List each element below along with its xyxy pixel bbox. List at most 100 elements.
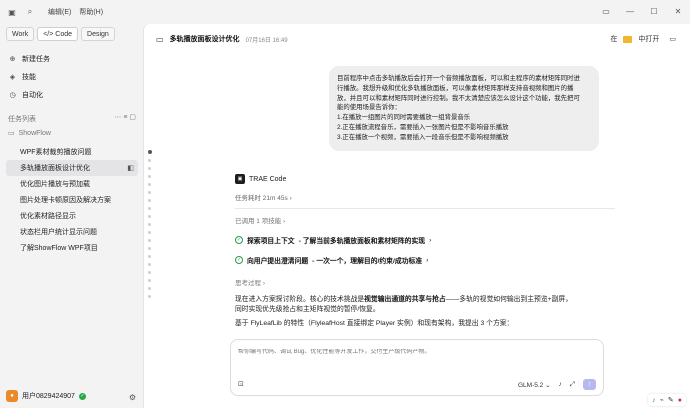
model-selector[interactable]: GLM-5.2 ⌄	[518, 381, 551, 389]
text-bold: 视觉输出通道的共享与抢占	[364, 296, 446, 303]
open-in-label: 中打开	[638, 36, 660, 43]
nav-label: 新建任务	[22, 56, 50, 63]
search-icon[interactable]: ⌕	[24, 6, 36, 18]
scroll-dot-active[interactable]	[148, 150, 152, 154]
tab-code[interactable]: </> Code	[37, 27, 79, 41]
step-desc: - 一次一个，理解目的/约束/成功标准	[312, 258, 423, 265]
tray-app-icon[interactable]: ♪	[652, 397, 656, 404]
maximize-icon[interactable]: ☐	[648, 5, 660, 17]
microphone-icon[interactable]: ♪	[559, 381, 562, 388]
scroll-dot[interactable]	[148, 279, 151, 282]
check-circle-icon: ✓	[235, 236, 243, 244]
user-name: 用户0829424907	[22, 393, 75, 400]
step-item[interactable]: ✓ 向用户提出澄清问题 - 一次一个，理解目的/约束/成功标准 ›	[235, 255, 615, 265]
scroll-dot[interactable]	[148, 239, 151, 242]
mode-tabs: Work </> Code Design	[6, 27, 115, 41]
model-label: GLM-5.2	[517, 381, 544, 389]
layout-icon[interactable]: ▭	[600, 5, 612, 17]
timestamp: 07月16日 16:49	[245, 37, 288, 44]
tray-settings-icon[interactable]: ✎	[668, 396, 674, 404]
dropdown-icon[interactable]: ▭	[669, 35, 676, 43]
text-span: 同时实现优先级抢占和主矩阵视觉的暂停/恢复。	[235, 306, 380, 313]
system-tray: ♪ ⌁ ✎ ●	[648, 394, 686, 406]
split-view-icon[interactable]: ◧	[127, 164, 134, 172]
message-line: 1.在播放一组图片的同时需要播放一组背景音乐	[337, 114, 471, 122]
open-in-button[interactable]: 在 中打开 ▭	[610, 34, 676, 44]
task-list-controls[interactable]: ⋯ ≡ ▢	[114, 113, 136, 121]
task-label: 多轨播放面板设计优化	[20, 165, 90, 172]
automation-icon: ◷	[9, 92, 16, 99]
scroll-indicator[interactable]	[148, 150, 152, 303]
verified-icon: ✓	[78, 392, 86, 400]
scroll-dot[interactable]	[148, 287, 151, 290]
message-line: 行播放。我想升级和优化多轨播放面板，可以像素材矩阵那样支持音视频和图片的播	[337, 84, 574, 92]
task-group[interactable]: ▭ ShowFlow	[8, 129, 51, 138]
scroll-dot[interactable]	[148, 167, 151, 170]
chat-icon: ▭	[156, 34, 164, 44]
chat-input[interactable]	[238, 349, 598, 355]
send-button[interactable]: ↑	[583, 379, 596, 390]
tray-app-icon[interactable]: ⌁	[660, 396, 664, 404]
folder-outline-icon: ▭	[8, 130, 15, 137]
scroll-dot[interactable]	[148, 191, 151, 194]
assistant-label: TRAE Code	[249, 175, 287, 183]
step-title: 向用户提出澄清问题	[247, 258, 309, 265]
scroll-dot[interactable]	[148, 159, 151, 162]
divider	[235, 208, 615, 209]
expand-icon[interactable]: ⤢	[570, 381, 575, 389]
gear-icon[interactable]: ⚙	[129, 393, 136, 402]
scroll-dot[interactable]	[148, 295, 151, 298]
chat-input-box: ⊡ GLM-5.2 ⌄ ♪ ⤢ ↑	[230, 339, 604, 396]
scroll-dot[interactable]	[148, 247, 151, 250]
skills-used[interactable]: 已调用 1 项技能 ›	[235, 215, 615, 225]
chevron-right-icon: ›	[426, 256, 429, 264]
nav-label: 技能	[22, 74, 36, 81]
scroll-dot[interactable]	[148, 231, 151, 234]
scroll-dot[interactable]	[148, 271, 151, 274]
scroll-dot[interactable]	[148, 199, 151, 202]
menu-edit[interactable]: 编辑(E)	[48, 7, 71, 17]
scroll-dot[interactable]	[148, 183, 151, 186]
nav-skills[interactable]: ◈ 技能	[6, 68, 136, 86]
nav-new-task[interactable]: ⊕ 新建任务	[6, 50, 136, 68]
scroll-dot[interactable]	[148, 175, 151, 178]
chat-header: ▭ 多轨播放面板设计优化 07月16日 16:49	[156, 34, 288, 44]
tab-work[interactable]: Work	[6, 27, 35, 41]
tab-design[interactable]: Design	[81, 27, 115, 41]
task-item[interactable]: 优化素材路径显示	[6, 208, 138, 224]
scroll-dot[interactable]	[148, 223, 151, 226]
thinking-toggle[interactable]: 思考过程 ›	[235, 277, 615, 287]
attach-icon[interactable]: ⊡	[238, 380, 244, 388]
nav-automation[interactable]: ◷ 自动化	[6, 86, 136, 104]
close-icon[interactable]: ✕	[672, 5, 684, 17]
task-item[interactable]: 优化图片播放与预加载	[6, 176, 138, 192]
skill-icon: ◈	[9, 74, 16, 81]
step-title: 探索项目上下文	[247, 238, 295, 245]
minimize-icon[interactable]: —	[624, 5, 636, 17]
scroll-dot[interactable]	[148, 207, 151, 210]
task-item[interactable]: 图片处理卡顿原因及解决方案	[6, 192, 138, 208]
scroll-dot[interactable]	[148, 263, 151, 266]
task-item-active[interactable]: 多轨播放面板设计优化 ◧	[6, 160, 138, 176]
task-item[interactable]: 状态栏用户统计显示问题	[6, 224, 138, 240]
main-panel: ▭ 多轨播放面板设计优化 07月16日 16:49 在 中打开 ▭ 目前程序中点…	[143, 24, 690, 408]
plus-icon: ⊕	[9, 56, 16, 63]
page-title: 多轨播放面板设计优化	[169, 36, 240, 43]
message-line: 2.正在播放流程音乐，需要插入一张图片但是不影响音乐播放	[337, 123, 509, 131]
text-span: ——多轨的视觉如何输出到主预览+副屏，	[445, 296, 573, 303]
sidebar-toggle-icon[interactable]: ▣	[6, 6, 18, 18]
menu-help[interactable]: 帮助(H)	[79, 7, 103, 17]
task-item[interactable]: WPF素材裁剪播放问题	[6, 144, 138, 160]
scroll-dot[interactable]	[148, 215, 151, 218]
elapsed-time[interactable]: 任务耗时 21m 45s ›	[235, 192, 615, 202]
user-profile[interactable]: ● 用户0829424907 ✓	[6, 390, 86, 402]
message-line: 能的使用场景告诉你：	[337, 104, 401, 112]
step-item[interactable]: ✓ 探索项目上下文 - 了解当前多轨播放面板和素材矩阵的实现 ›	[235, 235, 615, 245]
tray-app-icon[interactable]: ●	[678, 397, 682, 404]
scroll-dot[interactable]	[148, 255, 151, 258]
step-desc: - 了解当前多轨播放面板和素材矩阵的实现	[298, 238, 426, 245]
user-message: 目前程序中点击多轨播放后会打开一个音频播放面板，可以和主程序的素材矩阵同时进 行…	[329, 66, 599, 151]
task-item[interactable]: 了解ShowFlow WPF项目	[6, 240, 138, 256]
task-list: WPF素材裁剪播放问题 多轨播放面板设计优化 ◧ 优化图片播放与预加载 图片处理…	[6, 144, 138, 256]
skills-used-label: 已调用 1 项技能	[235, 218, 282, 225]
